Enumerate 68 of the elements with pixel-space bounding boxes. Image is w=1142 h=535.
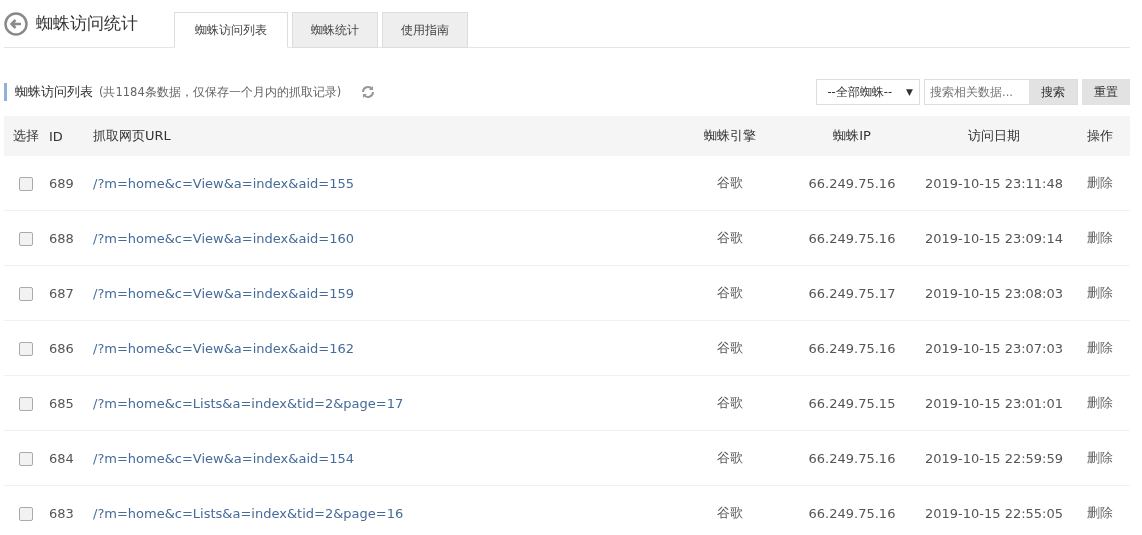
delete-link[interactable]: 删除 (1087, 505, 1113, 520)
row-id: 684 (49, 450, 74, 466)
page-title: 蜘蛛访问统计 (36, 12, 138, 35)
tab[interactable]: 蜘蛛访问列表 (174, 12, 288, 48)
tab[interactable]: 蜘蛛统计 (292, 12, 378, 48)
column-header: ID (49, 128, 63, 144)
url-link[interactable]: /?m=home&c=View&a=index&aid=160 (93, 230, 354, 246)
date-cell: 2019-10-15 22:55:05 (924, 505, 1064, 521)
row-checkbox[interactable] (19, 451, 33, 466)
date-cell: 2019-10-15 23:01:01 (924, 395, 1064, 411)
row-checkbox[interactable] (19, 231, 33, 246)
engine-cell: 谷歌 (717, 175, 743, 190)
date-cell: 2019-10-15 23:09:14 (924, 230, 1064, 246)
engine-cell: 谷歌 (717, 450, 743, 465)
refresh-icon[interactable] (361, 85, 376, 99)
row-checkbox[interactable] (19, 176, 33, 191)
ip-cell: 66.249.75.16 (808, 505, 896, 521)
section-title: 蜘蛛访问列表 (15, 83, 93, 101)
column-header: 选择 (13, 128, 39, 143)
date-cell: 2019-10-15 23:11:48 (924, 175, 1064, 191)
url-link[interactable]: /?m=home&c=View&a=index&aid=162 (93, 340, 354, 356)
engine-cell: 谷歌 (717, 340, 743, 355)
reset-button[interactable]: 重置 (1082, 79, 1130, 105)
delete-link[interactable]: 删除 (1087, 285, 1113, 300)
row-id: 685 (49, 395, 74, 411)
back-icon[interactable] (4, 11, 28, 36)
column-header: 蜘蛛引擎 (704, 128, 756, 143)
search-field[interactable]: 搜索相关数据... 搜索 (924, 79, 1078, 105)
row-id: 689 (49, 175, 74, 191)
search-button[interactable]: 搜索 (1029, 80, 1077, 104)
ip-cell: 66.249.75.17 (808, 285, 896, 301)
record-note: (共1184条数据，仅保存一个月内的抓取记录) (99, 84, 342, 100)
url-link[interactable]: /?m=home&c=View&a=index&aid=155 (93, 175, 354, 191)
date-cell: 2019-10-15 23:08:03 (924, 285, 1064, 301)
url-link[interactable]: /?m=home&c=Lists&a=index&tid=2&page=17 (93, 395, 404, 411)
engine-cell: 谷歌 (717, 505, 743, 520)
row-checkbox[interactable] (19, 506, 33, 521)
date-cell: 2019-10-15 22:59:59 (924, 450, 1064, 466)
delete-link[interactable]: 删除 (1087, 450, 1113, 465)
ip-cell: 66.249.75.16 (808, 175, 896, 191)
row-id: 688 (49, 230, 74, 246)
column-header: 操作 (1087, 128, 1113, 143)
url-link[interactable]: /?m=home&c=Lists&a=index&tid=2&page=16 (93, 505, 404, 521)
ip-cell: 66.249.75.15 (808, 395, 896, 411)
engine-cell: 谷歌 (717, 230, 743, 245)
row-id: 683 (49, 505, 74, 521)
delete-link[interactable]: 删除 (1087, 230, 1113, 245)
date-cell: 2019-10-15 23:07:03 (924, 340, 1064, 356)
row-checkbox[interactable] (19, 341, 33, 356)
row-id: 686 (49, 340, 74, 356)
engine-cell: 谷歌 (717, 285, 743, 300)
url-link[interactable]: /?m=home&c=View&a=index&aid=159 (93, 285, 354, 301)
row-checkbox[interactable] (19, 396, 33, 411)
row-checkbox[interactable] (19, 286, 33, 301)
tab[interactable]: 使用指南 (382, 12, 468, 48)
ip-cell: 66.249.75.16 (808, 340, 896, 356)
delete-link[interactable]: 删除 (1087, 395, 1113, 410)
delete-link[interactable]: 删除 (1087, 340, 1113, 355)
url-link[interactable]: /?m=home&c=View&a=index&aid=154 (93, 450, 354, 466)
column-header: 抓取网页URL (93, 128, 171, 143)
ip-cell: 66.249.75.16 (808, 230, 896, 246)
engine-cell: 谷歌 (717, 395, 743, 410)
column-header: 访问日期 (968, 128, 1020, 143)
ip-cell: 66.249.75.16 (808, 450, 896, 466)
spider-select[interactable]: --全部蜘蛛-- ▼ (816, 79, 920, 105)
delete-link[interactable]: 删除 (1087, 175, 1113, 190)
column-header: 蜘蛛IP (833, 128, 871, 143)
row-id: 687 (49, 285, 74, 301)
